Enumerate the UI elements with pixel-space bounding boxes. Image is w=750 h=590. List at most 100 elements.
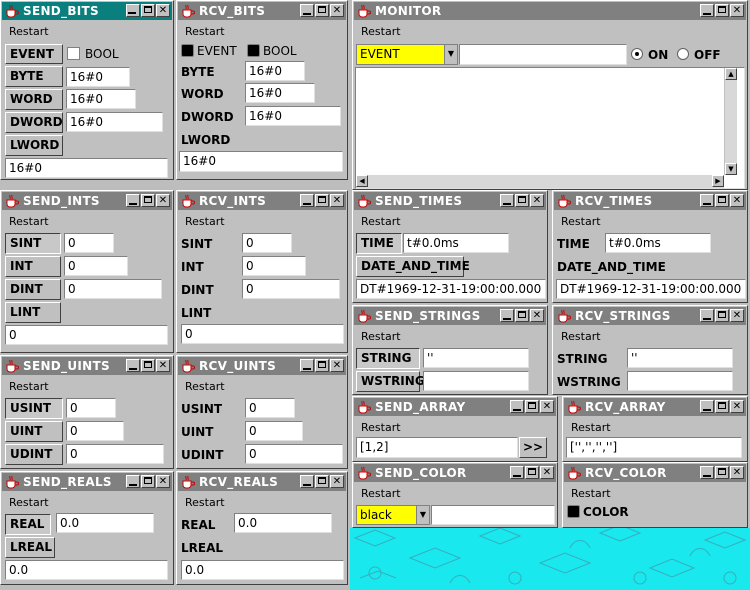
uint-button[interactable]: UINT	[5, 421, 63, 442]
maximize-button[interactable]	[315, 4, 329, 17]
uint-field[interactable]: 0	[66, 421, 124, 441]
rcv-uints-titlebar[interactable]: RCV_UINTS ✕	[178, 357, 346, 375]
rcv-ints-titlebar[interactable]: RCV_INTS ✕	[178, 192, 346, 210]
maximize-button[interactable]	[715, 466, 729, 479]
wstring-button[interactable]: WSTRING	[356, 371, 425, 392]
minimize-button[interactable]	[700, 309, 714, 322]
wstring-field[interactable]	[423, 371, 529, 391]
byte-field[interactable]: 16#0	[66, 67, 130, 87]
scroll-left-icon[interactable]: ◀	[356, 175, 368, 187]
real-button[interactable]: REAL	[5, 514, 51, 535]
close-button[interactable]: ✕	[330, 359, 344, 372]
close-button[interactable]: ✕	[540, 400, 554, 413]
maximize-button[interactable]	[141, 194, 155, 207]
close-button[interactable]: ✕	[156, 359, 170, 372]
close-button[interactable]: ✕	[156, 194, 170, 207]
rcv-reals-titlebar[interactable]: RCV_REALS ✕	[178, 473, 346, 491]
restart-menu[interactable]: Restart	[9, 496, 49, 509]
close-button[interactable]: ✕	[730, 466, 744, 479]
udint-button[interactable]: UDINT	[5, 444, 63, 465]
maximize-button[interactable]	[141, 359, 155, 372]
send-bits-titlebar[interactable]: SEND_BITS ✕	[2, 2, 172, 20]
close-button[interactable]: ✕	[540, 466, 554, 479]
lreal-field[interactable]: 0.0	[5, 560, 168, 580]
off-radio[interactable]	[677, 48, 689, 60]
restart-menu[interactable]: Restart	[361, 215, 401, 228]
restart-menu[interactable]: Restart	[9, 25, 49, 38]
sint-field[interactable]: 0	[64, 233, 114, 253]
rcv-bits-titlebar[interactable]: RCV_BITS ✕	[178, 2, 346, 20]
minimize-button[interactable]	[300, 475, 314, 488]
date-and-time-button[interactable]: DATE_AND_TIME	[356, 256, 470, 277]
minimize-button[interactable]	[126, 359, 140, 372]
chevron-down-icon[interactable]: ▼	[416, 506, 429, 524]
maximize-button[interactable]	[715, 194, 729, 207]
close-button[interactable]: ✕	[330, 194, 344, 207]
rcv-strings-titlebar[interactable]: RCV_STRINGS ✕	[554, 307, 746, 325]
time-field[interactable]: t#0.0ms	[403, 233, 509, 253]
restart-menu[interactable]: Restart	[561, 215, 601, 228]
restart-menu[interactable]: Restart	[185, 496, 225, 509]
send-times-titlebar[interactable]: SEND_TIMES ✕	[354, 192, 546, 210]
maximize-button[interactable]	[515, 309, 529, 322]
maximize-button[interactable]	[715, 309, 729, 322]
maximize-button[interactable]	[715, 4, 729, 17]
restart-menu[interactable]: Restart	[361, 330, 401, 343]
minimize-button[interactable]	[700, 400, 714, 413]
restart-menu[interactable]: Restart	[361, 421, 401, 434]
close-button[interactable]: ✕	[530, 194, 544, 207]
int-button[interactable]: INT	[5, 256, 61, 277]
minimize-button[interactable]	[500, 194, 514, 207]
int-field[interactable]: 0	[64, 256, 128, 276]
maximize-button[interactable]	[315, 359, 329, 372]
event-button[interactable]: EVENT	[5, 44, 63, 64]
minimize-button[interactable]	[500, 309, 514, 322]
minimize-button[interactable]	[700, 466, 714, 479]
minimize-button[interactable]	[700, 4, 714, 17]
lword-field[interactable]: 16#0	[5, 158, 168, 178]
minimize-button[interactable]	[300, 4, 314, 17]
lint-field[interactable]: 0	[5, 325, 168, 345]
horizontal-scrollbar[interactable]: ◀ ▶	[356, 175, 724, 188]
maximize-button[interactable]	[525, 400, 539, 413]
string-field[interactable]: ''	[423, 348, 529, 368]
close-button[interactable]: ✕	[730, 400, 744, 413]
send-color-titlebar[interactable]: SEND_COLOR ✕	[354, 464, 556, 482]
send-ints-titlebar[interactable]: SEND_INTS ✕	[2, 192, 172, 210]
date-and-time-field[interactable]: DT#1969-12-31-19:00:00.000	[356, 279, 546, 299]
dint-field[interactable]: 0	[64, 279, 162, 299]
rcv-array-titlebar[interactable]: RCV_ARRAY ✕	[564, 398, 746, 416]
maximize-button[interactable]	[715, 400, 729, 413]
on-radio[interactable]	[631, 48, 643, 60]
maximize-button[interactable]	[525, 466, 539, 479]
monitor-titlebar[interactable]: MONITOR ✕	[354, 2, 746, 20]
close-button[interactable]: ✕	[730, 194, 744, 207]
minimize-button[interactable]	[300, 194, 314, 207]
restart-menu[interactable]: Restart	[361, 25, 401, 38]
maximize-button[interactable]	[515, 194, 529, 207]
close-button[interactable]: ✕	[730, 4, 744, 17]
array-field[interactable]: [1,2]	[356, 437, 518, 458]
word-field[interactable]: 16#0	[66, 89, 136, 109]
minimize-button[interactable]	[126, 194, 140, 207]
chevron-down-icon[interactable]: ▼	[444, 45, 457, 64]
monitor-input[interactable]	[459, 44, 627, 65]
close-button[interactable]: ✕	[330, 475, 344, 488]
maximize-button[interactable]	[141, 4, 155, 17]
rcv-times-titlebar[interactable]: RCV_TIMES ✕	[554, 192, 746, 210]
close-button[interactable]: ✕	[530, 309, 544, 322]
dword-field[interactable]: 16#0	[66, 112, 163, 132]
scroll-right-icon[interactable]: ▶	[712, 175, 724, 187]
lreal-button[interactable]: LREAL	[5, 537, 55, 558]
maximize-button[interactable]	[315, 475, 329, 488]
restart-menu[interactable]: Restart	[185, 215, 225, 228]
scroll-down-icon[interactable]: ▼	[725, 163, 737, 175]
maximize-button[interactable]	[315, 194, 329, 207]
minimize-button[interactable]	[510, 466, 524, 479]
close-button[interactable]: ✕	[330, 4, 344, 17]
time-button[interactable]: TIME	[356, 233, 402, 254]
restart-menu[interactable]: Restart	[185, 25, 225, 38]
rcv-color-titlebar[interactable]: RCV_COLOR ✕	[564, 464, 746, 482]
restart-menu[interactable]: Restart	[9, 380, 49, 393]
maximize-button[interactable]	[141, 475, 155, 488]
